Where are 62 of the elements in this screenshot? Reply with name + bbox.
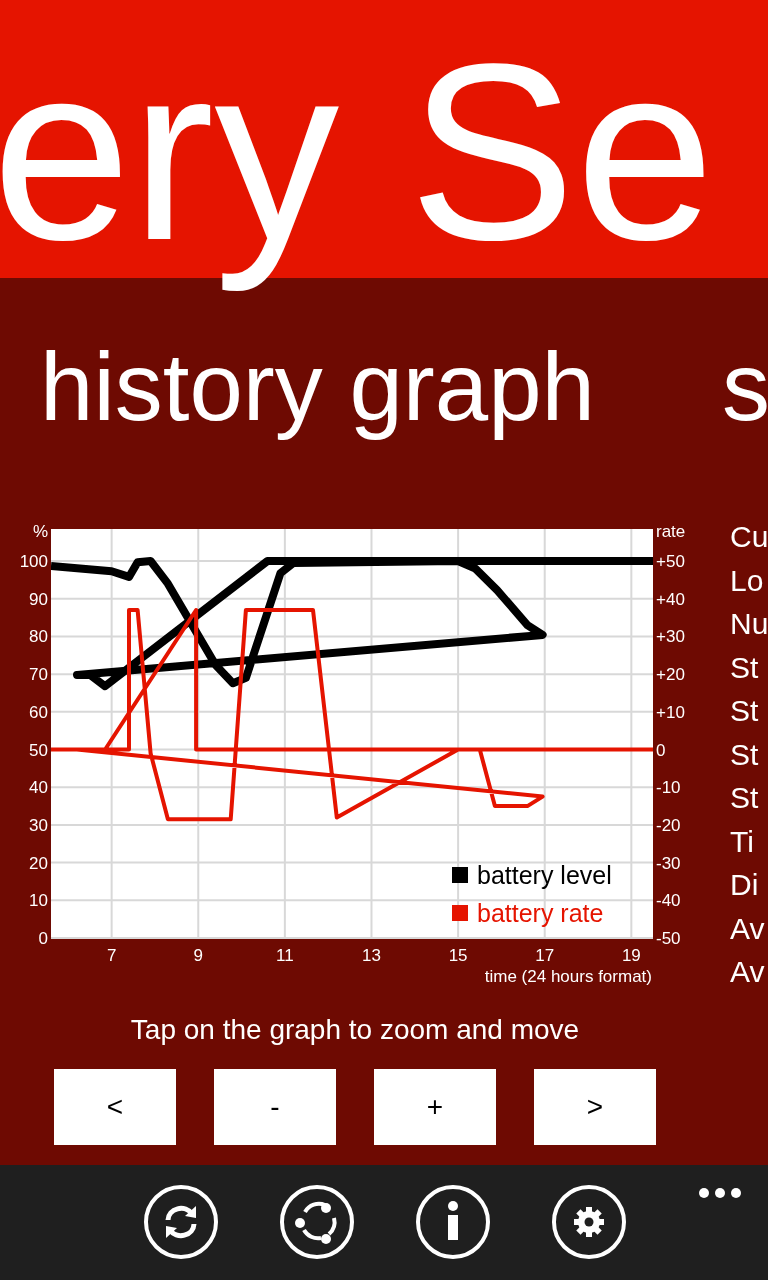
axis-label: -10	[656, 778, 681, 798]
axis-label: -50	[656, 929, 681, 948]
axis-label: 13	[362, 946, 381, 965]
axis-label: +40	[656, 589, 685, 609]
settings-button[interactable]	[551, 1184, 627, 1260]
legend-label: battery level	[477, 861, 612, 889]
refresh-button[interactable]	[143, 1184, 219, 1260]
info-icon	[415, 1184, 491, 1260]
axis-label: 0	[656, 740, 666, 760]
axis-label: 15	[448, 946, 468, 965]
stat-label: Av	[730, 954, 766, 990]
axis-label: 20	[29, 853, 48, 873]
axis-label: 17	[535, 946, 555, 965]
stat-label: Ti	[730, 823, 755, 860]
axis-title: %	[32, 522, 48, 541]
stat-label: St	[730, 736, 760, 773]
next-section-title[interactable]: s	[721, 329, 768, 445]
axis-label: 30	[29, 815, 48, 835]
hint-text: Tap on the graph to zoom and move	[129, 1013, 581, 1047]
axis-label: 19	[621, 946, 641, 965]
axis-label: 70	[29, 665, 48, 685]
share-icon	[279, 1184, 355, 1260]
axis-label: 90	[29, 589, 48, 609]
info-button[interactable]	[415, 1184, 491, 1260]
nav-button[interactable]: +	[374, 1069, 496, 1145]
refresh-icon	[143, 1184, 219, 1260]
nav-button[interactable]: >	[534, 1069, 656, 1145]
axis-label: 40	[29, 778, 48, 798]
nav-button[interactable]: <	[54, 1069, 176, 1145]
nav-button[interactable]: -	[214, 1069, 336, 1145]
axis-label: 7	[106, 946, 117, 965]
legend-label: battery rate	[477, 899, 604, 927]
axis-label: +30	[656, 627, 685, 647]
axis-label: 11	[276, 946, 294, 965]
settings-icon	[551, 1184, 627, 1260]
stat-label: Cu	[730, 519, 768, 555]
axis-label: +20	[656, 665, 685, 685]
axis-title: time (24 hours format)	[484, 967, 652, 986]
axis-title: rate	[656, 522, 686, 541]
stat-label: Lo	[730, 562, 765, 599]
axis-label: 80	[29, 627, 48, 647]
stat-label: St	[730, 693, 760, 729]
axis-label: 50	[29, 740, 48, 760]
share-button[interactable]	[279, 1184, 355, 1260]
axis-label: 100	[19, 552, 48, 572]
stat-label: Av	[730, 910, 766, 947]
axis-label: -40	[656, 891, 681, 911]
axis-label: 10	[29, 891, 48, 911]
axis-label: -30	[656, 853, 681, 873]
stat-label: St	[730, 649, 760, 686]
section-title: history graph	[40, 332, 595, 442]
axis-label: 0	[38, 929, 48, 948]
stat-label: Di	[730, 867, 760, 903]
stat-label: St	[730, 780, 760, 816]
axis-label: +50	[656, 552, 685, 572]
more-icon[interactable]	[698, 1187, 742, 1199]
app-title: ery Se	[0, 12, 715, 294]
axis-label: -20	[656, 815, 681, 835]
stat-label: Nu	[730, 606, 768, 642]
axis-label: 60	[29, 702, 48, 722]
axis-label: 9	[193, 946, 203, 965]
axis-label: +10	[656, 702, 685, 722]
